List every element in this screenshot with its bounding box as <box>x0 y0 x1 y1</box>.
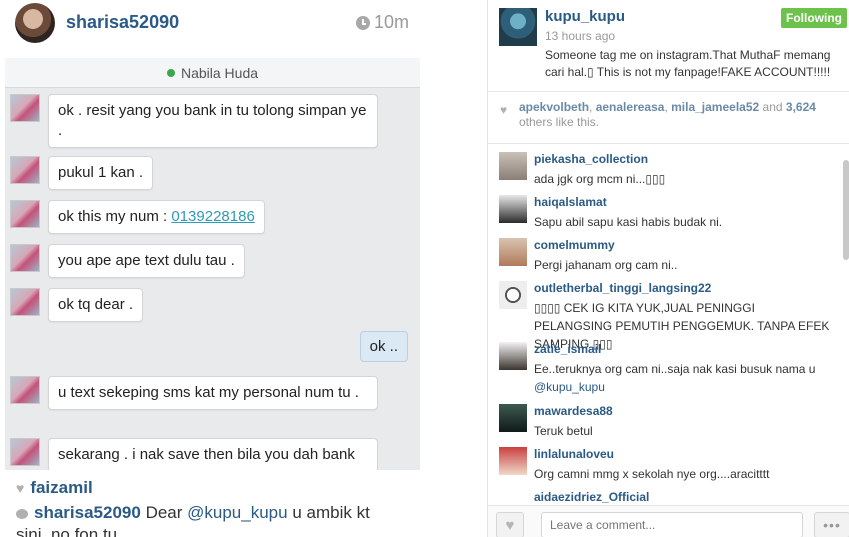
post-caption: Someone tag me on instagram.That MuthaF … <box>545 48 831 79</box>
avatar <box>10 438 40 466</box>
avatar <box>10 156 40 184</box>
comment-username[interactable]: comelmummy <box>534 238 615 252</box>
like-button[interactable]: ♥ <box>496 512 524 537</box>
avatar[interactable] <box>499 281 527 309</box>
chat-message: sekarang . i nak save then bila you dah … <box>10 438 378 470</box>
mention-link[interactable]: @kupu_kupu <box>187 503 287 522</box>
avatar[interactable] <box>499 404 527 432</box>
comment-text: Pergi jahanam org cam ni.. <box>534 258 678 272</box>
comment-text: Ee..teruknya org cam ni..saja nak kasi b… <box>534 362 816 376</box>
reply-bubble: ok .. <box>359 331 408 362</box>
chat-message: u text sekeping sms kat my personal num … <box>10 376 378 410</box>
chat-screenshot-photo: Nabila Huda ok . resit yang you bank in … <box>5 58 420 470</box>
comment-username[interactable]: piekasha_collection <box>534 152 648 166</box>
like-user-link[interactable]: aenalereasa <box>596 100 665 114</box>
message-text: ok this my num : <box>58 208 172 225</box>
online-status-icon <box>166 68 175 77</box>
heart-icon: ♥ <box>16 480 25 496</box>
chat-title-bar: Nabila Huda <box>5 58 420 88</box>
comment: sharisa52090 Dear @kupu_kupu u ambik kt … <box>16 502 416 537</box>
message-bubble: ok tq dear . <box>48 288 144 322</box>
likes-summary: ♥ apekvolbeth, aenalereasa, mila_jameela… <box>488 100 849 144</box>
chat-message: you ape ape text dulu tau . <box>10 244 245 278</box>
chat-message: pukul 1 kan . <box>10 156 154 190</box>
like-user-link[interactable]: apekvolbeth <box>519 100 589 114</box>
comment-text: ada jgk org mcm ni...▯▯▯ <box>534 172 666 186</box>
message-bubble: u text sekeping sms kat my personal num … <box>48 376 378 410</box>
likes-and-label: and <box>762 100 783 114</box>
clock-icon <box>355 15 370 30</box>
chat-contact-name: Nabila Huda <box>180 64 259 81</box>
chat-message: ok tq dear . <box>10 288 144 322</box>
message-bubble: pukul 1 kan . <box>48 156 154 190</box>
post-footer: ♥ faizamil sharisa52090 Dear @kupu_kupu … <box>0 472 425 537</box>
avatar[interactable] <box>15 3 55 43</box>
comments-list[interactable]: piekasha_collection ada jgk org mcm ni..… <box>488 148 849 503</box>
post-header: kupu_kupu 13 hours ago Following Someone… <box>488 0 849 92</box>
message-bubble: ok this my num : 0139228186 <box>48 200 265 234</box>
like-username[interactable]: faizamil <box>30 478 92 498</box>
chat-message: ok . resit yang you bank in tu tolong si… <box>10 94 378 148</box>
comment-username[interactable]: mawardesa88 <box>534 404 613 418</box>
chat-message: ok this my num : 0139228186 <box>10 200 265 234</box>
comment-text: Teruk betul <box>534 424 593 438</box>
comment-text: Org camni mmg x sekolah nye org....araci… <box>534 467 770 481</box>
post-username[interactable]: sharisa52090 <box>66 12 179 33</box>
post-time: 10m <box>355 12 409 33</box>
comment-text: Dear <box>145 503 188 522</box>
like-user-link[interactable]: mila_jameela52 <box>671 100 759 114</box>
avatar[interactable] <box>499 238 527 266</box>
avatar <box>10 200 40 228</box>
comment-username[interactable]: zatie_ismail <box>534 342 601 356</box>
scrollbar[interactable] <box>843 160 849 260</box>
mention-link[interactable]: @kupu_kupu <box>534 380 605 394</box>
avatar <box>10 376 40 404</box>
post-time-label: 10m <box>373 12 409 32</box>
avatar[interactable] <box>499 342 527 370</box>
comment-text: Ee..teruknya org cam ni..saja nak kasi b… <box>534 360 834 396</box>
likes-count[interactable]: 3,624 <box>786 100 816 114</box>
heart-icon: ♥ <box>500 103 508 117</box>
avatar[interactable] <box>499 447 527 475</box>
comment-username[interactable]: outletherbal_tinggi_langsing22 <box>534 281 711 295</box>
comment-username[interactable]: aidaezidriez_Official <box>534 490 649 503</box>
avatar[interactable] <box>499 195 527 223</box>
post-username[interactable]: kupu_kupu <box>545 8 625 25</box>
comment-text: Sapu abil sapu kasi habis budak ni. <box>534 215 723 229</box>
left-post: sharisa52090 10m Nabila Huda ok . resit … <box>0 0 425 537</box>
avatar <box>10 244 40 272</box>
comment-icon <box>16 508 28 519</box>
avatar[interactable] <box>499 8 537 46</box>
comment-username[interactable]: linlalunaloveu <box>534 447 614 461</box>
post-header: sharisa52090 10m <box>0 0 425 48</box>
phone-number-link[interactable]: 0139228186 <box>171 208 254 225</box>
avatar[interactable] <box>499 152 527 180</box>
comment-bar: ♥ ••• <box>488 505 849 537</box>
message-bubble: sekarang . i nak save then bila you dah … <box>48 438 378 470</box>
more-options-button[interactable]: ••• <box>814 512 849 537</box>
comment-input[interactable] <box>541 512 803 537</box>
avatar <box>10 288 40 316</box>
message-bubble: ok . resit yang you bank in tu tolong si… <box>48 94 378 148</box>
heart-icon: ♥ <box>505 516 515 534</box>
post-time: 13 hours ago <box>545 29 616 43</box>
likes-suffix: others like this. <box>519 115 600 129</box>
comment-username[interactable]: haiqalslamat <box>534 195 607 209</box>
right-post: kupu_kupu 13 hours ago Following Someone… <box>487 0 849 537</box>
following-button[interactable]: Following <box>781 8 847 28</box>
comment-username[interactable]: sharisa52090 <box>34 503 141 522</box>
avatar <box>10 94 40 122</box>
likes-row: ♥ faizamil <box>16 478 93 498</box>
message-bubble: you ape ape text dulu tau . <box>48 244 245 278</box>
